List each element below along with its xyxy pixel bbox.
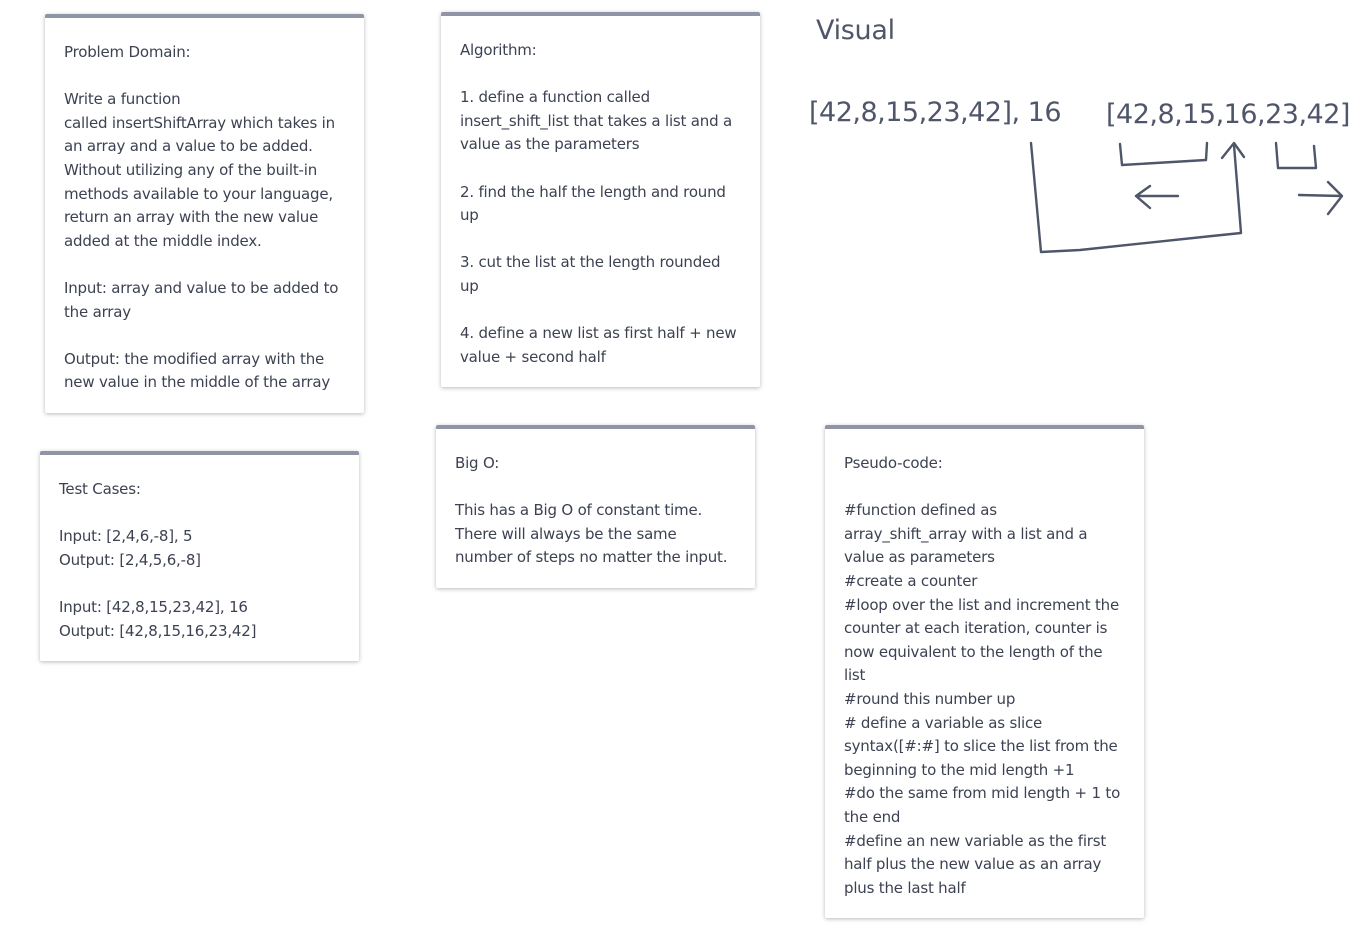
- left-arrow-icon: [1134, 184, 1180, 210]
- second-half-bracket: [1274, 141, 1318, 170]
- insert-arrow-head: [1220, 141, 1246, 160]
- first-half-bracket: [1118, 141, 1209, 167]
- right-arrow-icon: [1297, 180, 1344, 216]
- visual-sketch: [1029, 141, 1344, 254]
